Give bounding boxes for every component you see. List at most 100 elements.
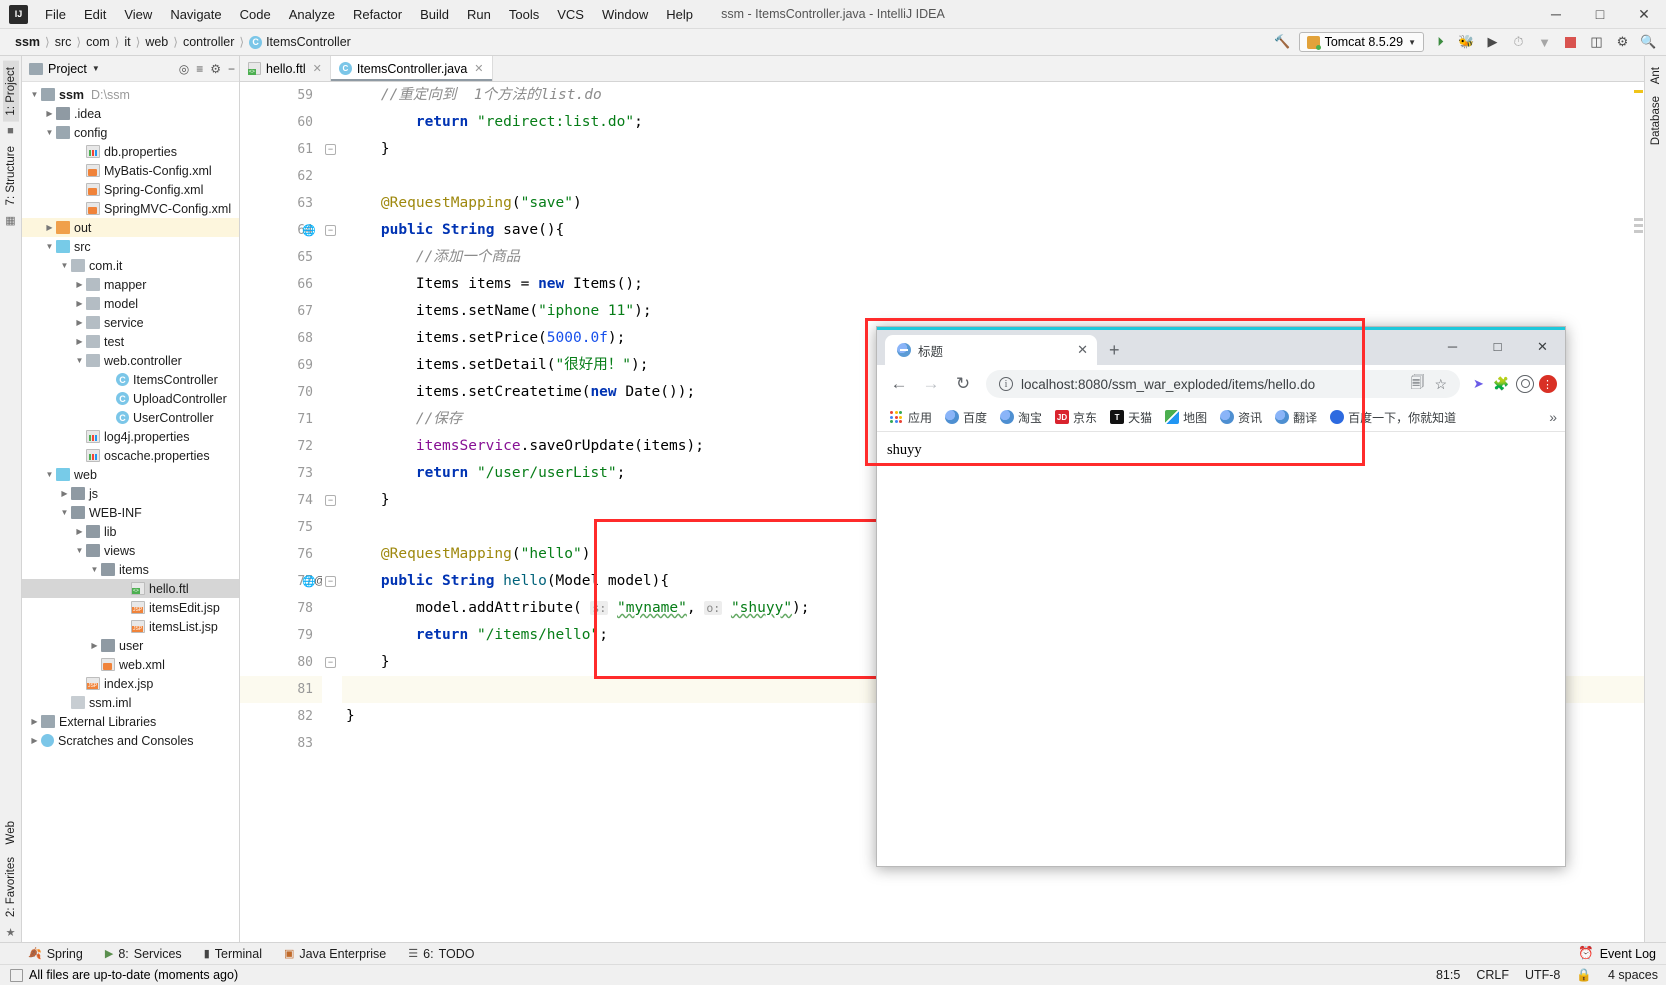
code-line[interactable]: return "redirect:list.do"; [346,109,1644,136]
menu-navigate[interactable]: Navigate [161,4,230,25]
warning-marker[interactable] [1634,224,1643,227]
tree-node-itemslist-jsp[interactable]: itemsList.jsp [22,617,239,636]
menu-build[interactable]: Build [411,4,458,25]
line-number[interactable]: 66 [240,271,322,298]
breadcrumb-com[interactable]: com [81,34,115,50]
menu-file[interactable]: File [36,4,75,25]
code-line[interactable]: //重定向到 1个方法的list.do [346,82,1644,109]
line-number[interactable]: 74 [240,487,322,514]
tree-node-uploadcontroller[interactable]: C UploadController [22,389,239,408]
tree-node-mapper[interactable]: ▶ mapper [22,275,239,294]
hide-icon[interactable]: − [228,62,235,76]
warning-marker[interactable] [1634,90,1643,93]
tree-node-ssm-iml[interactable]: ssm.iml [22,693,239,712]
line-number[interactable]: 79 [240,622,322,649]
extension-icon[interactable]: ➤ [1469,375,1488,394]
line-number[interactable]: 67 [240,298,322,325]
code-fold-toggle[interactable]: − [325,495,336,506]
tree-node-web[interactable]: ▼ web [22,465,239,484]
code-fold-toggle[interactable]: − [325,225,336,236]
translate-icon[interactable]: 🗐 [1410,372,1424,396]
tool-window-favorites[interactable]: 2: Favorites [3,851,19,923]
line-number[interactable]: 81 [240,676,322,703]
code-line[interactable]: items.setName("iphone 11"); [346,298,1644,325]
tree-node-db-properties[interactable]: db.properties [22,142,239,161]
tree-node-itemscontroller[interactable]: C ItemsController [22,370,239,389]
code-folding-column[interactable]: − − − − − [322,82,342,942]
line-number[interactable]: 65 [240,244,322,271]
code-line[interactable]: } [346,136,1644,163]
project-tree[interactable]: ▼ ssm D:\ssm ▶ .idea ▼ config db.properties MyBa… [22,82,239,942]
chevron-down-icon[interactable]: ▼ [58,261,71,270]
bookmark-star-icon[interactable]: ☆ [1434,376,1447,393]
chevron-down-icon[interactable]: ▼ [1535,33,1554,52]
line-number[interactable]: 80 [240,649,322,676]
settings-icon[interactable]: ⚙ [1613,33,1632,52]
tree-node-usercontroller[interactable]: C UserController [22,408,239,427]
maximize-button[interactable]: □ [1578,0,1622,28]
menu-vcs[interactable]: VCS [548,4,593,25]
line-number[interactable]: 62 [240,163,322,190]
stop-icon[interactable] [1561,33,1580,52]
bookmark-item[interactable]: 资讯 [1215,407,1267,428]
line-number[interactable]: 73 [240,460,322,487]
back-button[interactable]: ← [885,370,913,398]
tree-node-ssm[interactable]: ▼ ssm D:\ssm [22,85,239,104]
tree-node-service[interactable]: ▶ service [22,313,239,332]
run-configuration-selector[interactable]: Tomcat 8.5.29 ▼ [1298,32,1424,52]
browser-close-button[interactable]: ✕ [1520,330,1565,363]
tree-node-web-inf[interactable]: ▼ WEB-INF [22,503,239,522]
menu-window[interactable]: Window [593,4,657,25]
breadcrumb-src[interactable]: src [50,34,77,50]
chrome-menu-icon[interactable]: ⋮ [1538,375,1557,394]
menu-edit[interactable]: Edit [75,4,115,25]
browser-minimize-button[interactable]: ─ [1430,330,1475,363]
close-icon[interactable]: ✕ [474,62,483,75]
code-line[interactable]: Items items = new Items(); [346,271,1644,298]
line-separator[interactable]: CRLF [1476,968,1509,982]
close-icon[interactable]: ✕ [313,62,322,75]
line-number[interactable]: 72 [240,433,322,460]
search-everywhere-icon[interactable]: 🔍 [1639,33,1658,52]
tree-node-out[interactable]: ▶ out [22,218,239,237]
browser-tab[interactable]: 标题 ✕ [885,335,1097,365]
minimize-button[interactable]: ─ [1534,0,1578,28]
bookmark-item[interactable]: 百度 [940,407,992,428]
line-number[interactable]: 69 [240,352,322,379]
line-number[interactable]: 68 [240,325,322,352]
breadcrumb-it[interactable]: it [119,34,135,50]
menu-view[interactable]: View [115,4,161,25]
profile-icon[interactable]: ⏱ [1509,33,1528,52]
chevron-right-icon[interactable]: ▶ [43,109,56,118]
line-number-gutter[interactable]: 59 60 61 62 63 64 🌐 65 66 67 68 69 70 71 72 73 74 75 76 77 🌐… [240,82,325,942]
bookmark-item[interactable]: 淘宝 [995,407,1047,428]
line-number[interactable]: 75 [240,514,322,541]
debug-icon[interactable]: 🐝 [1457,33,1476,52]
tree-node-hello-ftl[interactable]: hello.ftl [22,579,239,598]
tree-node-external-libraries[interactable]: ▶ External Libraries [22,712,239,731]
line-number[interactable]: 76 [240,541,322,568]
tree-node-views[interactable]: ▼ views [22,541,239,560]
file-encoding[interactable]: UTF-8 [1525,968,1560,982]
line-number[interactable]: 63 [240,190,322,217]
forward-button[interactable]: → [917,370,945,398]
tree-node-scratches-and-consoles[interactable]: ▶ Scratches and Consoles [22,731,239,750]
caret-position[interactable]: 81:5 [1436,968,1460,982]
bookmark-item[interactable]: 应用 [885,407,937,428]
tab-hello-ftl[interactable]: hello.ftl ✕ [240,56,331,81]
bookmark-item[interactable]: 翻译 [1270,407,1322,428]
menu-code[interactable]: Code [231,4,280,25]
toggle-layout-icon[interactable]: ◫ [1587,33,1606,52]
chevron-right-icon[interactable]: ▶ [73,318,86,327]
tree-node-user[interactable]: ▶ user [22,636,239,655]
chevron-down-icon[interactable]: ▼ [28,90,41,99]
line-number[interactable]: 60 [240,109,322,136]
tool-button-java-enterprise[interactable]: ▣ Java Enterprise [284,947,386,961]
chevron-down-icon[interactable]: ▼ [43,470,56,479]
line-number[interactable]: 71 [240,406,322,433]
chevron-right-icon[interactable]: ▶ [43,223,56,232]
bookmarks-overflow-icon[interactable]: » [1545,409,1557,425]
tab-items-controller-java[interactable]: ItemsController.java ✕ [330,56,493,81]
breadcrumb-controller[interactable]: controller [178,34,239,50]
tool-window-database[interactable]: Database [1648,90,1664,151]
